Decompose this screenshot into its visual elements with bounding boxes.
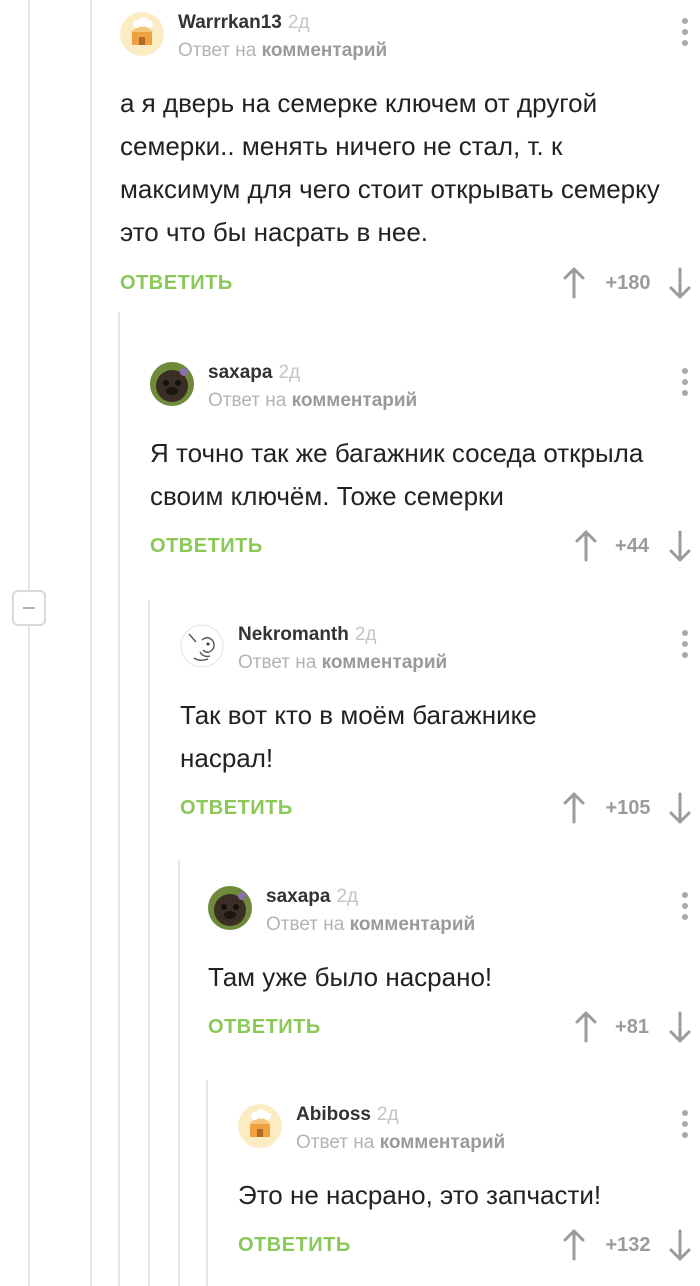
reply-button[interactable]: ОТВЕТИТЬ	[120, 272, 233, 295]
score: +180	[605, 272, 651, 294]
thread-line	[206, 1080, 208, 1286]
reply-button[interactable]: ОТВЕТИТЬ	[150, 535, 263, 558]
parent-comment-link[interactable]: комментарий	[350, 914, 476, 935]
timestamp: 2д	[278, 362, 301, 383]
arrow-up-icon[interactable]	[562, 266, 586, 300]
vote-controls: +44	[574, 529, 692, 563]
reply-button[interactable]: ОТВЕТИТЬ	[208, 1016, 321, 1039]
parent-comment-link[interactable]: комментарий	[262, 40, 388, 61]
vote-controls: +81	[574, 1010, 692, 1044]
timestamp: 2д	[354, 624, 377, 645]
comment-text: Это не насрано, это запчасти!	[238, 1180, 602, 1210]
avatar[interactable]	[120, 12, 164, 56]
comment-text: Я точно так же багажник соседа открыла с…	[150, 438, 644, 511]
avatar[interactable]	[150, 362, 194, 406]
more-vertical-icon[interactable]	[682, 892, 690, 925]
avatar[interactable]	[208, 886, 252, 930]
vote-controls: +180	[562, 266, 692, 300]
timestamp: 2д	[287, 12, 310, 33]
thread-line	[178, 860, 180, 1286]
reply-to-info: Ответ на комментарий	[238, 652, 448, 673]
more-vertical-icon[interactable]	[682, 368, 690, 401]
parent-comment-link[interactable]: комментарий	[322, 652, 448, 673]
reply-to-info: Ответ на комментарий	[296, 1132, 506, 1153]
arrow-down-icon[interactable]	[668, 1228, 692, 1262]
parent-comment-link[interactable]: комментарий	[380, 1132, 506, 1153]
arrow-down-icon[interactable]	[668, 791, 692, 825]
reply-to-info: Ответ на комментарий	[178, 40, 388, 61]
vote-controls: +132	[562, 1228, 692, 1262]
more-vertical-icon[interactable]	[682, 18, 690, 51]
score: +132	[605, 1234, 651, 1256]
comment-text: а я дверь на семерке ключем от другой се…	[120, 88, 660, 247]
username[interactable]: saxapa 2д	[208, 362, 300, 384]
arrow-down-icon[interactable]	[668, 266, 692, 300]
username[interactable]: saxapa 2д	[266, 886, 358, 908]
username[interactable]: Abiboss 2д	[296, 1104, 399, 1126]
parent-comment-link[interactable]: комментарий	[292, 390, 418, 411]
thread-line	[28, 626, 30, 1286]
avatar[interactable]	[180, 624, 224, 668]
arrow-up-icon[interactable]	[562, 791, 586, 825]
reply-to-info: Ответ на комментарий	[208, 390, 418, 411]
thread-line	[148, 600, 150, 1286]
thread-line	[28, 0, 30, 590]
score: +81	[615, 1016, 649, 1038]
comment: saxapa 2д Ответ на комментарий Там уже бы…	[208, 886, 700, 1056]
arrow-up-icon[interactable]	[574, 529, 598, 563]
reply-button[interactable]: ОТВЕТИТЬ	[238, 1234, 351, 1257]
comment: Nekromanth 2д Ответ на комментарий Так во…	[180, 624, 700, 834]
arrow-up-icon[interactable]	[562, 1228, 586, 1262]
avatar[interactable]	[238, 1104, 282, 1148]
reply-button[interactable]: ОТВЕТИТЬ	[180, 797, 293, 820]
arrow-down-icon[interactable]	[668, 529, 692, 563]
comment: saxapa 2д Ответ на комментарий Я точно та…	[150, 362, 700, 572]
reply-to-info: Ответ на комментарий	[266, 914, 476, 935]
thread-line	[90, 0, 92, 1286]
timestamp: 2д	[336, 886, 359, 907]
arrow-down-icon[interactable]	[668, 1010, 692, 1044]
comment-text: Там уже было насрано!	[208, 962, 493, 992]
comment: Warrrkan13 2д Ответ на комментарий а я дв…	[120, 12, 700, 302]
score: +44	[615, 535, 649, 557]
username[interactable]: Warrrkan13 2д	[178, 12, 310, 34]
thread-line	[118, 312, 120, 1286]
timestamp: 2д	[376, 1104, 399, 1125]
score: +105	[605, 797, 651, 819]
comment-text: Так вот кто в моём багажнике насрал!	[180, 700, 537, 773]
more-vertical-icon[interactable]	[682, 630, 690, 663]
vote-controls: +105	[562, 791, 692, 825]
arrow-up-icon[interactable]	[574, 1010, 598, 1044]
collapse-thread-button[interactable]	[12, 590, 46, 626]
username[interactable]: Nekromanth 2д	[238, 624, 377, 646]
comment: Abiboss 2д Ответ на комментарий Это не на…	[238, 1104, 700, 1276]
more-vertical-icon[interactable]	[682, 1110, 690, 1143]
